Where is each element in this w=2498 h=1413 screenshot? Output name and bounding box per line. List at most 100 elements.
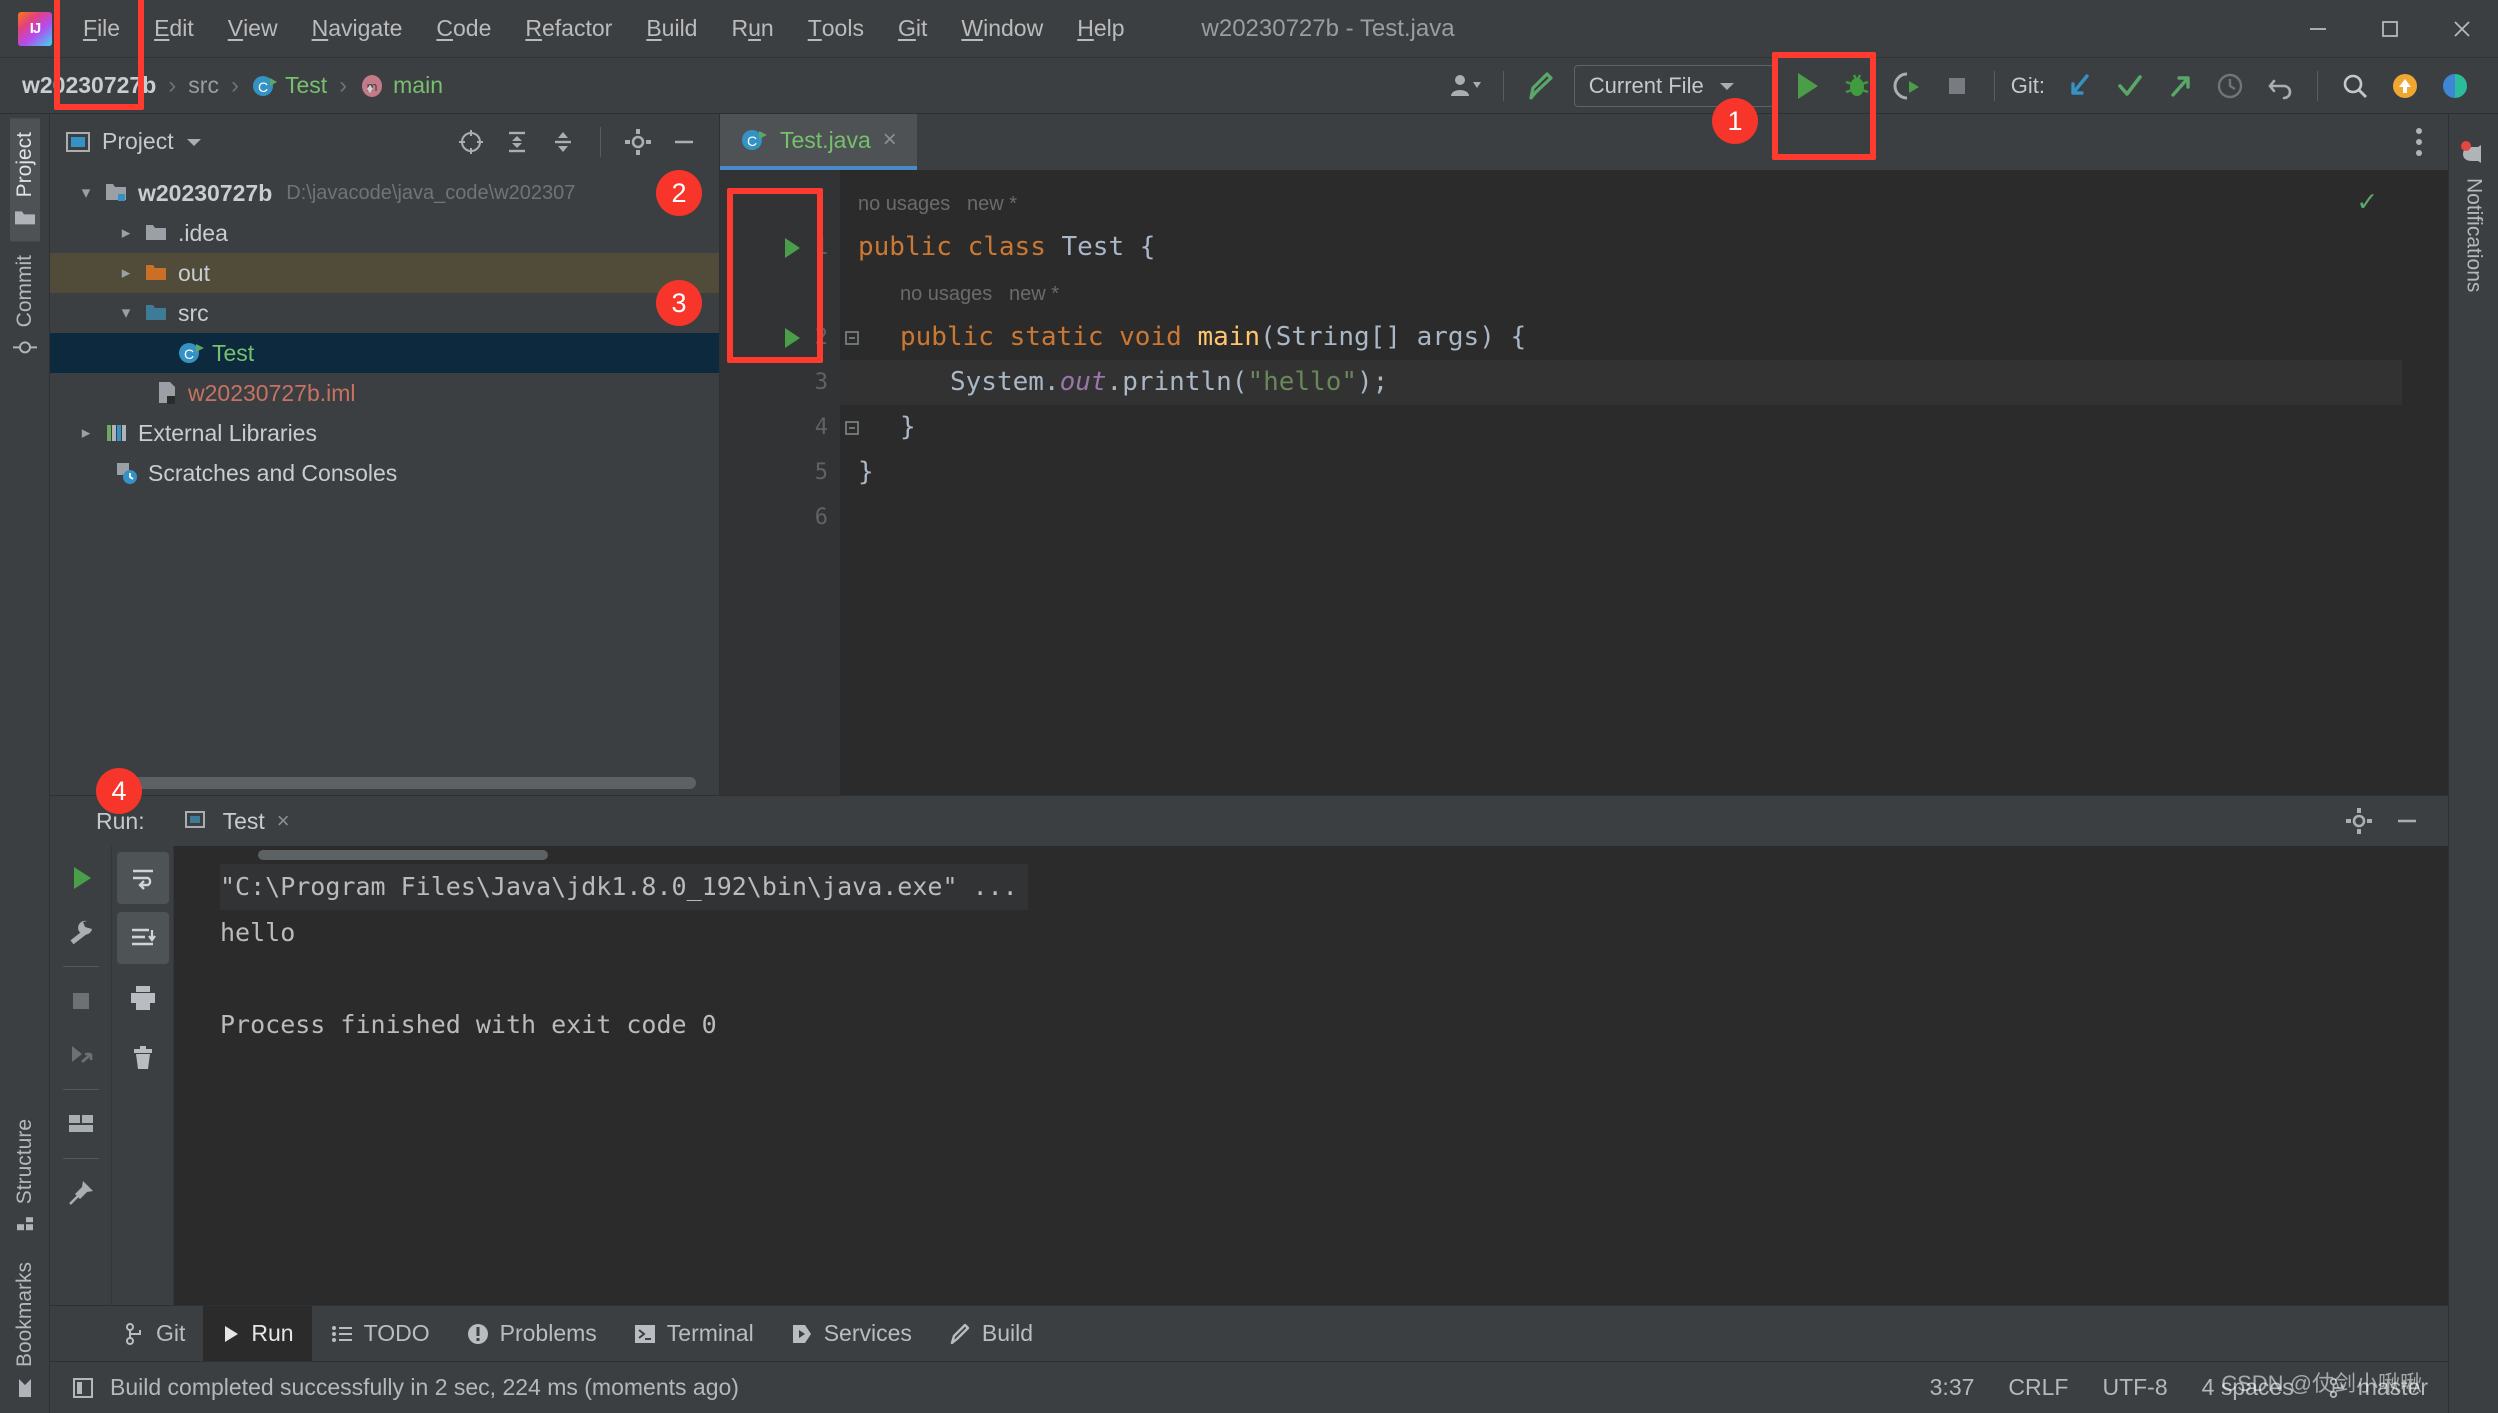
git-update-icon[interactable] [2055, 63, 2105, 109]
settings-gear-icon[interactable] [617, 122, 659, 162]
build-hammer-icon[interactable] [1516, 63, 1566, 109]
print-icon[interactable] [117, 972, 169, 1024]
pin-tab-icon[interactable] [55, 1167, 107, 1219]
close-icon[interactable]: × [277, 808, 290, 834]
tool-window-build[interactable]: Build [930, 1306, 1051, 1361]
stop-icon[interactable] [55, 975, 107, 1027]
chevron-down-icon[interactable]: ▾ [72, 183, 100, 203]
chevron-down-icon[interactable]: ▾ [112, 303, 140, 323]
clear-all-trash-icon[interactable] [117, 1032, 169, 1084]
sidebar-item-commit[interactable]: Commit [10, 241, 40, 371]
more-options-icon[interactable] [2406, 118, 2432, 166]
user-icon[interactable] [1441, 63, 1491, 109]
run-with-coverage-icon[interactable] [1882, 63, 1932, 109]
git-push-icon[interactable] [2155, 63, 2205, 109]
ide-update-icon[interactable] [2380, 63, 2430, 109]
menu-view[interactable]: View [211, 0, 295, 57]
console-command-text: "C:\Program Files\Java\jdk1.8.0_192\bin\… [220, 864, 1028, 910]
menu-code[interactable]: Code [419, 0, 508, 57]
code-text[interactable]: no usages new * public class Test { no u… [840, 170, 2402, 795]
settings-gear-icon[interactable] [2338, 801, 2380, 841]
layout-settings-icon[interactable] [55, 1098, 107, 1150]
tree-node-test-class[interactable]: C Test [50, 333, 719, 373]
tree-node-scratches[interactable]: Scratches and Consoles [50, 453, 719, 493]
menu-file[interactable]: File [66, 0, 137, 57]
menu-build[interactable]: Build [629, 0, 714, 57]
editor-tab-test-java[interactable]: C Test.java × [720, 114, 917, 170]
sidebar-item-notifications[interactable]: Notifications [2457, 126, 2491, 306]
rollback-icon[interactable] [2255, 63, 2305, 109]
tool-window-terminal[interactable]: Terminal [615, 1306, 772, 1361]
close-icon[interactable]: × [883, 126, 897, 154]
hide-icon[interactable] [2386, 801, 2428, 841]
hide-icon[interactable] [663, 122, 705, 162]
inspection-ok-icon[interactable]: ✓ [2358, 184, 2376, 219]
history-icon[interactable] [2205, 63, 2255, 109]
chevron-down-icon[interactable] [184, 135, 204, 149]
tree-node-project-root[interactable]: ▾ w20230727b D:\javacode\java_code\w2023… [50, 173, 719, 213]
tree-node-out[interactable]: ▸ out [50, 253, 719, 293]
breadcrumb-class[interactable]: C Test [251, 72, 327, 99]
feedback-icon[interactable] [2430, 63, 2480, 109]
rerun-icon[interactable] [55, 852, 107, 904]
tree-node-idea[interactable]: ▸ .idea [50, 213, 719, 253]
tree-node-external-libraries[interactable]: ▸ External Libraries [50, 413, 719, 453]
chevron-right-icon[interactable]: ▸ [112, 223, 140, 243]
git-commit-icon[interactable] [2105, 63, 2155, 109]
menu-navigate[interactable]: Navigate [295, 0, 420, 57]
code-line-5: } [858, 457, 874, 487]
tree-node-iml-file[interactable]: w20230727b.iml [50, 373, 719, 413]
menu-refactor[interactable]: Refactor [508, 0, 629, 57]
debug-icon[interactable] [1832, 63, 1882, 109]
menu-tools[interactable]: Tools [791, 0, 881, 57]
code-editor[interactable]: 1 2 3 4 5 6 no usages new * public class… [656, 170, 2448, 795]
expand-all-icon[interactable] [496, 122, 538, 162]
run-console[interactable]: "C:\Program Files\Java\jdk1.8.0_192\bin\… [174, 846, 2448, 1305]
locate-icon[interactable] [450, 122, 492, 162]
breadcrumb-src[interactable]: src [188, 72, 219, 99]
breadcrumb-method[interactable]: m main [359, 72, 443, 99]
console-horizontal-scrollbar[interactable] [258, 850, 548, 860]
menu-run[interactable]: Run [714, 0, 790, 57]
editor-gutter[interactable]: 1 2 3 4 5 6 [720, 170, 859, 795]
chevron-right-icon[interactable]: ▸ [72, 423, 100, 443]
sidebar-item-structure[interactable]: Structure [10, 1105, 40, 1248]
caret-position[interactable]: 3:37 [1930, 1374, 1975, 1401]
run-button[interactable] [1782, 63, 1832, 109]
tool-window-git[interactable]: Git [106, 1306, 203, 1361]
run-tab-test[interactable]: Test × [183, 808, 290, 835]
maximize-icon[interactable] [2354, 0, 2426, 58]
menu-help[interactable]: Help [1060, 0, 1141, 57]
edit-configuration-wrench-icon[interactable] [55, 906, 107, 958]
gutter-run-icon[interactable] [780, 315, 804, 360]
tree-node-src[interactable]: ▾ src [50, 293, 719, 333]
menu-git[interactable]: Git [881, 0, 944, 57]
tool-window-problems[interactable]: Problems [448, 1306, 615, 1361]
search-everywhere-icon[interactable] [2330, 63, 2380, 109]
project-horizontal-scrollbar[interactable] [116, 777, 696, 789]
status-message: Build completed successfully in 2 sec, 2… [110, 1374, 739, 1400]
tool-window-run[interactable]: Run [203, 1306, 312, 1361]
chevron-right-icon[interactable]: ▸ [112, 263, 140, 283]
menu-window[interactable]: Window [944, 0, 1060, 57]
collapse-all-icon[interactable] [542, 122, 584, 162]
tool-window-todo[interactable]: TODO [312, 1306, 448, 1361]
stop-icon[interactable] [1932, 63, 1982, 109]
tool-window-services[interactable]: Services [772, 1306, 930, 1361]
gutter-run-icon[interactable] [780, 225, 804, 270]
svg-text:C: C [258, 79, 268, 95]
line-separator[interactable]: CRLF [2008, 1374, 2068, 1401]
menu-edit[interactable]: Edit [137, 0, 211, 57]
soft-wrap-icon[interactable] [116, 852, 169, 904]
sidebar-item-project[interactable]: Project [9, 118, 40, 242]
close-icon[interactable] [2426, 0, 2498, 58]
minimize-icon[interactable] [2282, 0, 2354, 58]
sidebar-item-bookmarks[interactable]: Bookmarks [10, 1248, 40, 1413]
toolbar-divider [2317, 70, 2318, 101]
rerun-failed-icon[interactable] [55, 1029, 107, 1081]
breadcrumb-project[interactable]: w20230727b [22, 72, 156, 99]
tool-window-label: Run [251, 1320, 294, 1346]
scroll-to-end-icon[interactable] [116, 912, 169, 964]
event-log-icon[interactable] [70, 1375, 96, 1401]
file-encoding[interactable]: UTF-8 [2102, 1374, 2167, 1401]
